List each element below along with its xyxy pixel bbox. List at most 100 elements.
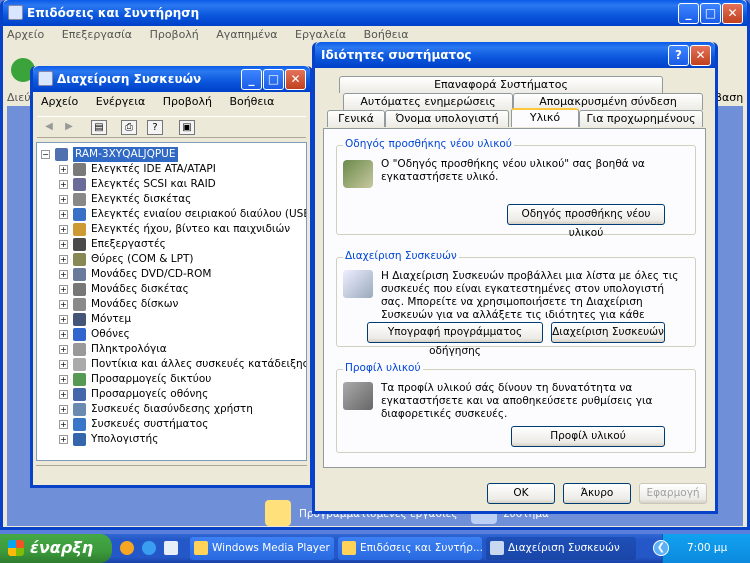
expand-icon[interactable]: + — [59, 285, 68, 294]
forward-icon[interactable]: ▶ — [61, 120, 77, 135]
expand-icon[interactable]: + — [59, 180, 68, 189]
expand-icon[interactable]: + — [59, 360, 68, 369]
device-category-icon — [73, 373, 86, 386]
bg-menu-favorites[interactable]: Αγαπημένα — [216, 28, 277, 41]
bg-window-title: Επιδόσεις και Συντήρηση — [27, 6, 200, 20]
tab-automatic-updates[interactable]: Αυτόματες ενημερώσεις — [343, 93, 513, 110]
cancel-button[interactable]: Άκυρο — [563, 483, 631, 504]
bg-menu-tools[interactable]: Εργαλεία — [295, 28, 346, 41]
expand-icon[interactable]: + — [59, 375, 68, 384]
devmgr-titlebar[interactable]: Διαχείριση Συσκευών _ □ ✕ — [33, 66, 310, 92]
tree-root-label: RAM-3XYQALJQPUE — [73, 147, 178, 162]
tab-advanced[interactable]: Για προχωρημένους — [579, 110, 703, 127]
apply-button[interactable]: Εφαρμογή — [639, 483, 707, 504]
expand-icon[interactable]: + — [59, 225, 68, 234]
device-category-label: Ελεγκτές ήχου, βίντεο και παιχνιδιών — [91, 223, 291, 235]
add-hardware-wizard-icon — [343, 160, 373, 188]
expand-icon[interactable]: + — [59, 420, 68, 429]
bg-menu-file[interactable]: Αρχείο — [7, 28, 44, 41]
expand-icon[interactable]: + — [59, 240, 68, 249]
task-performance-label: Επιδόσεις και Συντήρ... — [360, 542, 482, 554]
tray-expand-icon[interactable]: ❮ — [653, 540, 669, 556]
expand-icon[interactable]: + — [59, 270, 68, 279]
driver-signing-button[interactable]: Υπογραφή προγράμματος οδήγησης — [367, 322, 543, 357]
hardware-profiles-button[interactable]: Προφίλ υλικού — [511, 426, 665, 447]
tab-computer-name[interactable]: Όνομα υπολογιστή — [385, 110, 509, 127]
expand-icon[interactable]: + — [59, 435, 68, 444]
tab-system-restore[interactable]: Επαναφορά Συστήματος — [339, 76, 663, 93]
expand-icon[interactable]: + — [59, 330, 68, 339]
clock[interactable]: 7:00 μμ — [687, 542, 727, 554]
device-category-label: Μόντεμ — [91, 313, 132, 325]
task-media-player-label: Windows Media Player — [212, 542, 330, 554]
start-button[interactable]: έναρξη — [0, 534, 112, 563]
show-hide-tree-icon[interactable]: ▤ — [91, 120, 107, 135]
sysprop-close-button[interactable]: ✕ — [690, 45, 711, 66]
task-device-manager[interactable]: Διαχείριση Συσκευών — [486, 537, 636, 560]
hardware-tab-panel: Οδηγός προσθήκης νέου υλικού Ο "Οδηγός π… — [323, 128, 706, 468]
device-tree: − RAM-3XYQALJQPUE + Ελεγκτές IDE ATA/ATAP… — [36, 142, 307, 461]
sysprop-titlebar[interactable]: Ιδιότητες συστήματος ? ✕ — [315, 42, 715, 68]
collapse-icon[interactable]: − — [41, 150, 50, 159]
device-manager-window: Διαχείριση Συσκευών _ □ ✕ Αρχείο Ενέργει… — [30, 66, 313, 488]
bg-menu-help[interactable]: Βοήθεια — [364, 28, 409, 41]
add-hardware-wizard-button[interactable]: Οδηγός προσθήκης νέου υλικού — [507, 204, 665, 239]
device-category-icon — [73, 418, 86, 431]
print-icon[interactable]: ⎙ — [121, 120, 137, 135]
help-button[interactable]: ? — [668, 45, 689, 66]
media-quicklaunch-icon[interactable] — [120, 541, 134, 555]
device-category-label: Επεξεργαστές — [91, 238, 166, 250]
expand-icon[interactable]: + — [59, 300, 68, 309]
expand-icon[interactable]: + — [59, 405, 68, 414]
devmgr-minimize-button[interactable]: _ — [241, 69, 262, 90]
tab-hardware[interactable]: Υλικό — [511, 108, 579, 127]
device-category-icon — [73, 343, 86, 356]
task-performance[interactable]: Επιδόσεις και Συντήρ... — [338, 537, 482, 560]
device-manager-icon — [38, 71, 53, 86]
device-category-icon — [73, 433, 86, 446]
properties-icon[interactable]: ? — [147, 120, 163, 135]
expand-icon[interactable]: + — [59, 390, 68, 399]
device-category-label: Ποντίκια και άλλες συσκευές κατάδειξης — [91, 358, 307, 370]
bg-menu-edit[interactable]: Επεξεργασία — [62, 28, 132, 41]
ok-button[interactable]: OK — [487, 483, 555, 504]
device-category-icon — [73, 328, 86, 341]
bg-window-titlebar[interactable]: Επιδόσεις και Συντήρηση _ □ ✕ — [3, 0, 747, 26]
expand-icon[interactable]: + — [59, 345, 68, 354]
expand-icon[interactable]: + — [59, 210, 68, 219]
device-category-icon — [73, 208, 86, 221]
desktop-quicklaunch-icon[interactable] — [164, 541, 178, 555]
back-icon[interactable]: ◀ — [41, 120, 57, 135]
bg-maximize-button[interactable]: □ — [700, 3, 721, 24]
devmgr-menu-help[interactable]: Βοήθεια — [229, 95, 274, 108]
ie-quicklaunch-icon[interactable] — [142, 541, 156, 555]
device-category-icon — [73, 238, 86, 251]
devmgr-menu-file[interactable]: Αρχείο — [41, 95, 78, 108]
expand-icon[interactable]: + — [59, 255, 68, 264]
device-category-icon — [73, 268, 86, 281]
devmgr-menu-view[interactable]: Προβολή — [163, 95, 212, 108]
devmgr-menu-action[interactable]: Ενέργεια — [96, 95, 145, 108]
devmgr-close-button[interactable]: ✕ — [285, 69, 306, 90]
device-manager-button[interactable]: Διαχείριση Συσκευών — [551, 322, 665, 343]
expand-icon[interactable]: + — [59, 195, 68, 204]
bg-minimize-button[interactable]: _ — [678, 3, 699, 24]
bg-menu-view[interactable]: Προβολή — [150, 28, 199, 41]
scheduled-tasks-icon[interactable] — [265, 500, 291, 526]
hardware-profiles-group-title: Προφίλ υλικού — [343, 362, 423, 374]
expand-icon[interactable]: + — [59, 165, 68, 174]
bg-close-button[interactable]: ✕ — [722, 3, 743, 24]
device-category-label: Θύρες (COM & LPT) — [91, 253, 194, 265]
device-category-icon — [73, 223, 86, 236]
device-manager-checklist-icon — [343, 270, 373, 298]
device-category-label: Υπολογιστής — [91, 433, 159, 445]
devmgr-toolbar: ◀ ▶ ▤ ⎙ ? ▣ — [37, 116, 306, 138]
expand-icon[interactable]: + — [59, 315, 68, 324]
task-media-player[interactable]: Windows Media Player — [190, 537, 334, 560]
device-category-icon — [73, 193, 86, 206]
add-hardware-group-title: Οδηγός προσθήκης νέου υλικού — [343, 138, 514, 150]
tab-general[interactable]: Γενικά — [327, 110, 385, 127]
device-category-label: Προσαρμογείς οθόνης — [91, 388, 209, 400]
devmgr-maximize-button[interactable]: □ — [263, 69, 284, 90]
scan-hardware-icon[interactable]: ▣ — [179, 120, 195, 135]
